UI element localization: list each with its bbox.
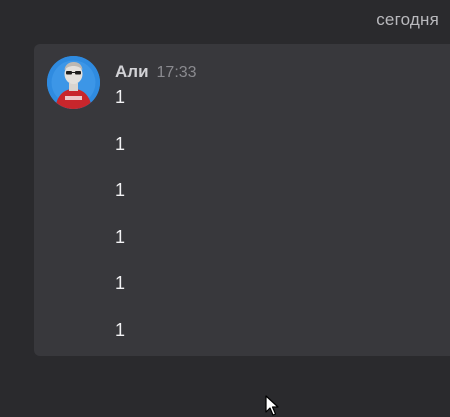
avatar-image [47,56,100,109]
message-header: Али 17:33 [115,62,197,82]
message-line: 1 [115,226,126,247]
date-separator: сегодня [376,10,439,29]
message-line: 1 [115,180,126,200]
avatar[interactable] [47,56,100,109]
message-line: 1 [115,133,126,154]
message-card[interactable]: Али 17:33 1 1 1 1 1 1 [34,44,450,356]
mouse-pointer-icon [265,395,279,417]
message-body: 1 1 1 1 1 1 [115,87,125,366]
message-line: 1 [115,319,126,340]
author-name[interactable]: Али [115,62,149,81]
chat-view: сегодня Али 17:33 1 1 1 1 1 1 [0,0,450,417]
message-line: 1 [115,273,126,293]
message-line: 1 [115,87,126,107]
message-timestamp: 17:33 [156,64,197,81]
